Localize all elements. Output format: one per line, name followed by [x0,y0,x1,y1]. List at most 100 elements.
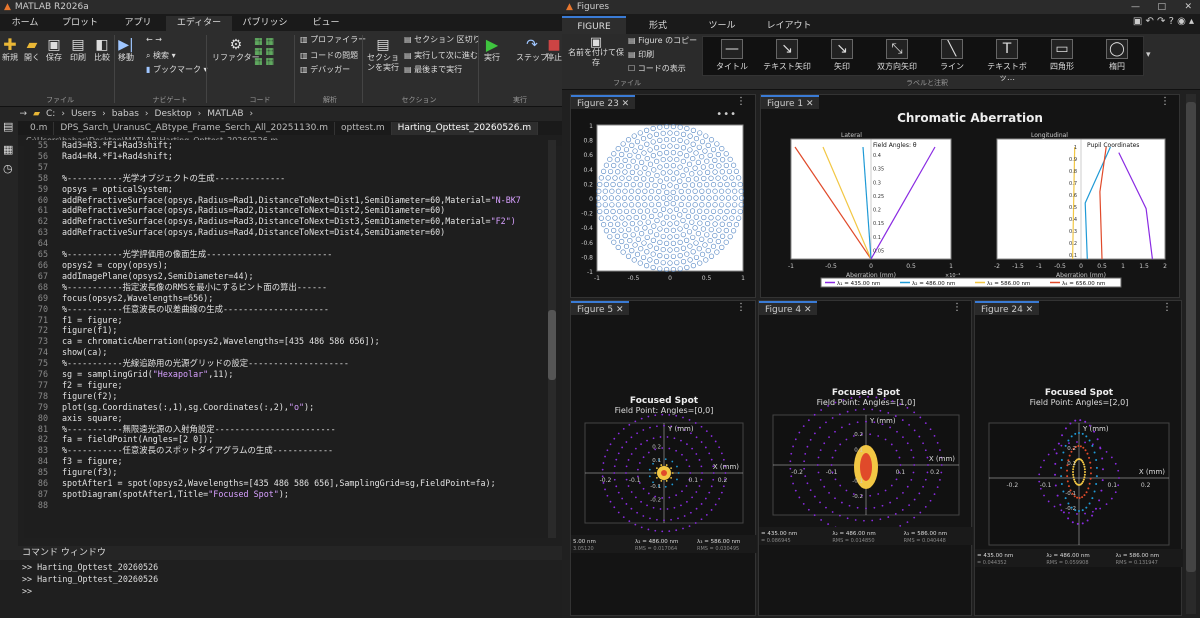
code-line[interactable]: 73 ca = chromaticAberration(opsys2,Wavele… [24,336,556,347]
code-line[interactable]: 63 addRefractiveSurface(opsys,Radius=Rad4… [24,227,556,238]
code-line[interactable]: 80 axis square; [24,413,556,424]
search-button[interactable]: ⌕ 検索 ▾ [146,51,176,61]
code-line[interactable]: 56 Rad4=R4.*F1+Rad4shift; [24,151,556,162]
nav-forward-icon[interactable]: → [20,109,28,119]
menu-icon[interactable]: ⋮ [736,96,747,107]
annotation-button[interactable]: — タイトル [707,39,757,72]
tab-tools[interactable]: ツール [690,19,754,34]
run-button[interactable]: ▶ 実行 [484,37,500,63]
figure-tab[interactable]: Figure 1 ✕ [761,95,820,109]
code-line[interactable]: 81 %-----------無限遠光源の入射角設定---------------… [24,424,556,435]
run-section-button[interactable]: ▤ セクションを実行 [366,37,400,73]
tab-format[interactable]: 形式 [626,19,690,34]
print-button[interactable]: ▤ 印刷 [628,50,654,60]
code-issues-button[interactable]: ▥ コードの問題 [300,51,358,61]
code-line[interactable]: 72 figure(f1); [24,325,556,336]
code-line[interactable]: 59 opsys = opticalSystem; [24,184,556,195]
editor-tab-active[interactable]: Harting_Opttest_20260526.m [391,122,539,135]
code-line[interactable]: 75 %-----------光線追跡用の光源グリッドの設定-----------… [24,358,556,369]
stop-button[interactable]: ■ 停止 [546,37,562,63]
tab-plots[interactable]: プロット [50,16,110,31]
debugger-button[interactable]: ▥ デバッガー [300,65,350,75]
code-line[interactable]: 62 addRefractiveSurface(opsys,Radius=Rad3… [24,216,556,227]
annotation-button[interactable]: ╲ ライン [927,39,977,72]
figure-tab[interactable]: Figure 5 ✕ [571,301,630,315]
path-seg[interactable]: MATLAB [207,109,243,119]
code-line[interactable]: 85 figure(f3); [24,467,556,478]
path-seg[interactable]: C: [46,109,55,119]
code-line[interactable]: 67 addImagePlane(opsys2,SemiDiameter=44); [24,271,556,282]
code-line[interactable]: 71 f1 = figure; [24,315,556,326]
path-seg[interactable]: Desktop [155,109,192,119]
code-line[interactable]: 83 %-----------任意波長のスポットダイアグラムの生成--------… [24,445,556,456]
refactor-button[interactable]: ⚙ リファクター [212,37,260,63]
folder-up-icon[interactable]: ▰ [33,109,40,119]
step-button[interactable]: ↷ ステップ [516,37,548,63]
code-line[interactable]: 64 [24,238,556,249]
new-button[interactable]: ✚ 新規 [2,37,18,63]
code-line[interactable]: 79 plot(sg.Coordinates(:,1),sg.Coordinate… [24,402,556,413]
tab-home[interactable]: ホーム [0,16,50,31]
code-line[interactable]: 78 figure(f2); [24,391,556,402]
profiler-button[interactable]: ▥ プロファイラー [300,35,366,45]
print-button[interactable]: ▤ 印刷 [70,37,86,63]
code-line[interactable]: 60 addRefractiveSurface(opsys,Radius=Rad1… [24,195,556,206]
editor-tab[interactable]: 0.m [24,122,55,135]
open-button[interactable]: ▰ 開く [24,37,40,63]
annotation-button[interactable]: T テキストボッ… [982,39,1032,83]
figure-tab[interactable]: Figure 23 ✕ [571,95,636,109]
editor-tab[interactable]: opttest.m [335,122,392,135]
code-line[interactable]: 86 spotAfter1 = spot(opsys2,Wavelengths=[… [24,478,556,489]
close-icon[interactable]: ✕ [1184,2,1192,12]
code-line[interactable]: 74 show(ca); [24,347,556,358]
compare-button[interactable]: ◧ 比較 [94,37,110,63]
editor-tab[interactable]: DPS_Sarch_UranusC_ABtype_Frame_Serch_All… [54,122,335,135]
tab-figure[interactable]: FIGURE [562,16,626,34]
code-line[interactable]: 82 fa = fieldPoint(Angles=[2 0]); [24,434,556,445]
code-line[interactable]: 57 [24,162,556,173]
save-as-button[interactable]: ▣ 名前を付けて保存 [566,36,626,68]
goto-button[interactable]: ▶| 移動 [118,37,134,63]
code-line[interactable]: 55 Rad3=R3.*F1+Rad3shift; [24,140,556,151]
copy-figure-button[interactable]: ▤ Figure のコピー [628,36,697,46]
code-line[interactable]: 61 addRefractiveSurface(opsys,Radius=Rad2… [24,205,556,216]
annotation-button[interactable]: ⤡ 双方向矢印 [872,39,922,72]
menu-icon[interactable]: ⋮ [952,302,963,313]
code-line[interactable]: 77 f2 = figure; [24,380,556,391]
address-bar[interactable]: ← → ▰ C:› Users› babas› Desktop› MATLAB› [0,107,562,121]
back-forward-buttons[interactable]: ← → [146,35,162,45]
annotation-button[interactable]: ↘ テキスト矢印 [762,39,812,72]
editor-scrollbar[interactable] [548,140,556,538]
code-line[interactable]: 66 opsys2 = copy(opsys); [24,260,556,271]
code-line[interactable]: 76 sg = samplingGrid("Hexapolar" ,11); [24,369,556,380]
code-line[interactable]: 88 [24,500,556,511]
code-tools[interactable]: ▦ ▦ ▦ ▦ ▦ ▦ [254,37,274,67]
code-line[interactable]: 84 f3 = figure; [24,456,556,467]
annotation-button[interactable]: ◯ 楕円 [1092,39,1142,72]
path-seg[interactable]: Users [71,109,96,119]
figure-tab[interactable]: Figure 4 ✕ [759,301,818,315]
files-icon[interactable]: ▤ [3,120,15,133]
quick-access-icons[interactable]: ▣ ↶ ↷ ? ◉ ▴ [1133,16,1194,27]
annotation-button[interactable]: ↘ 矢印 [817,39,867,72]
show-code-checkbox[interactable]: ☐ コードの表示 [628,64,686,74]
workspace-icon[interactable]: ▦ [3,143,15,156]
code-line[interactable]: 70 %-----------任意波長の収差曲線の生成--------------… [24,304,556,315]
code-line[interactable]: 58 %-----------光学オブジェクトの生成-------------- [24,173,556,184]
run-advance-button[interactable]: ▤ 実行して次に進む [404,51,478,61]
save-button[interactable]: ▣ 保存 [46,37,62,63]
run-to-end-button[interactable]: ▤ 最後まで実行 [404,65,462,75]
code-line[interactable]: 69 focus(opsys2,Wavelengths=656); [24,293,556,304]
tab-editor[interactable]: エディター [166,16,232,31]
path-seg[interactable]: babas [112,109,139,119]
annotation-button[interactable]: ▭ 四角形 [1037,39,1087,72]
code-line[interactable]: 87 spotDiagram(spotAfter1,Title= "Focused … [24,489,556,500]
command-prompt[interactable]: >> [22,585,562,597]
maximize-icon[interactable]: □ [1157,2,1166,12]
history-icon[interactable]: ◷ [3,162,15,175]
menu-icon[interactable]: ⋮ [1160,96,1171,107]
menu-icon[interactable]: ⋮ [736,302,747,313]
section-break-button[interactable]: ▤ セクション 区切り [404,35,481,45]
minimize-icon[interactable]: — [1131,2,1140,12]
tab-layout[interactable]: レイアウト [754,19,824,34]
